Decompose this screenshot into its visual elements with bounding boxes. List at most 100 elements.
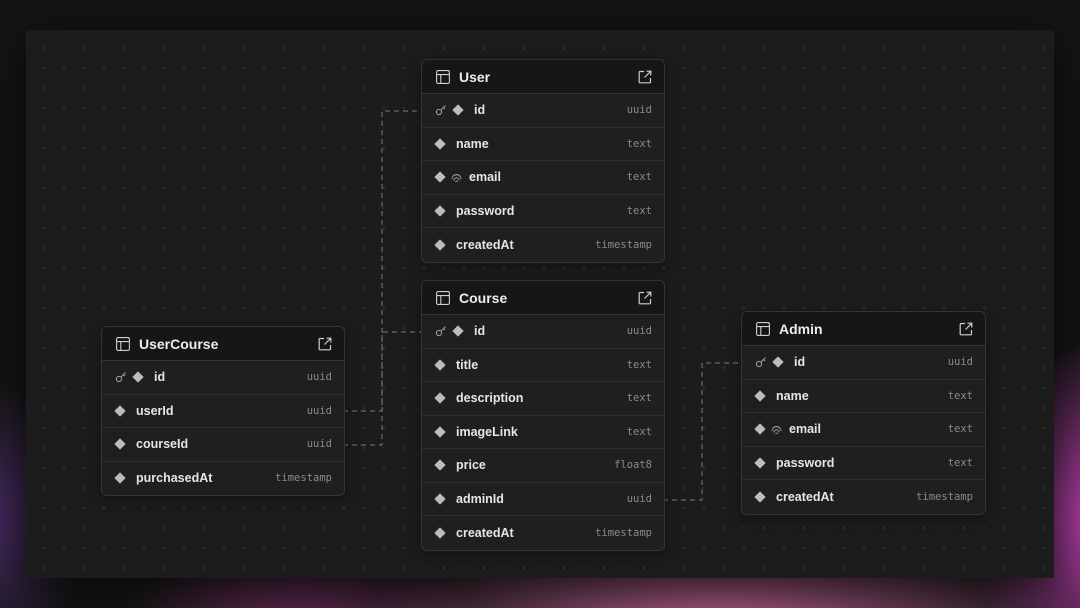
column-row[interactable]: id uuid	[742, 346, 985, 380]
table-name: User	[459, 68, 491, 85]
column-name: createdAt	[456, 237, 514, 252]
table-header: User	[422, 60, 664, 94]
diamond-icon	[114, 472, 126, 484]
table-grid-icon	[756, 321, 770, 336]
table-name: Admin	[779, 320, 823, 337]
column-row[interactable]: imageLink text	[422, 416, 664, 449]
diamond-icon	[434, 527, 446, 539]
column-row[interactable]: id uuid	[102, 361, 344, 395]
table-header: UserCourse	[102, 327, 344, 361]
diamond-icon	[754, 457, 766, 469]
diamond-icon	[114, 438, 126, 450]
column-row[interactable]: createdAt timestamp	[742, 480, 985, 514]
column-name: title	[456, 357, 479, 372]
column-row[interactable]: createdAt timestamp	[422, 516, 664, 550]
column-row[interactable]: email text	[422, 161, 664, 195]
table-admin[interactable]: Admin id uuid name text email text passw…	[741, 311, 986, 515]
column-name: id	[474, 324, 486, 339]
column-row[interactable]: id uuid	[422, 315, 664, 349]
diamond-icon	[772, 356, 784, 368]
column-type: uuid	[626, 104, 652, 117]
diamond-icon	[434, 359, 446, 371]
column-row[interactable]: adminId uuid	[422, 483, 664, 516]
column-name: adminId	[456, 491, 504, 506]
column-name: password	[776, 455, 835, 470]
column-name: description	[456, 391, 524, 406]
diamond-icon	[434, 426, 446, 438]
column-type: text	[947, 423, 973, 436]
fingerprint-icon	[771, 425, 782, 434]
diamond-icon	[114, 405, 126, 417]
column-name: courseId	[136, 437, 189, 452]
column-row[interactable]: description text	[422, 382, 664, 416]
table-usercourse[interactable]: UserCourse id uuid userId uuid courseId …	[101, 326, 345, 496]
column-row[interactable]: password text	[422, 195, 664, 228]
column-type: text	[947, 456, 973, 469]
column-type: uuid	[626, 492, 652, 505]
column-name: id	[154, 370, 166, 385]
external-link-icon[interactable]	[959, 322, 973, 336]
column-row[interactable]: name text	[742, 380, 985, 413]
table-header: Admin	[742, 312, 985, 346]
fingerprint-icon	[451, 173, 462, 182]
column-name: id	[794, 355, 806, 370]
column-name: purchasedAt	[136, 471, 213, 486]
column-type: text	[626, 137, 652, 150]
column-name: email	[789, 422, 821, 437]
column-type: text	[947, 389, 973, 402]
diamond-icon	[434, 171, 446, 183]
table-name: UserCourse	[139, 335, 219, 352]
column-name: name	[456, 136, 489, 151]
diamond-icon	[754, 423, 766, 435]
column-row[interactable]: id uuid	[422, 94, 664, 128]
column-type: text	[626, 392, 652, 405]
column-name: createdAt	[456, 525, 514, 540]
table-user[interactable]: User id uuid name text email text passwo…	[421, 59, 665, 263]
external-link-icon[interactable]	[638, 70, 652, 84]
diamond-icon	[452, 104, 464, 116]
table-header: Course	[422, 281, 664, 315]
key-icon	[115, 371, 133, 383]
column-type: uuid	[947, 356, 973, 369]
column-type: timestamp	[595, 526, 652, 539]
column-type: text	[626, 204, 652, 217]
column-type: text	[626, 171, 652, 184]
column-name: name	[776, 388, 809, 403]
column-row[interactable]: name text	[422, 128, 664, 161]
column-name: imageLink	[456, 424, 518, 439]
column-row[interactable]: createdAt timestamp	[422, 228, 664, 262]
column-name: createdAt	[776, 489, 834, 504]
column-name: price	[456, 458, 486, 473]
diamond-icon	[434, 205, 446, 217]
column-type: timestamp	[595, 238, 652, 251]
diamond-icon	[452, 325, 464, 337]
column-type: timestamp	[275, 472, 332, 485]
diamond-icon	[132, 371, 144, 383]
diamond-icon	[754, 491, 766, 503]
table-course[interactable]: Course id uuid title text description te…	[421, 280, 665, 551]
key-icon	[435, 325, 453, 337]
column-row[interactable]: userId uuid	[102, 395, 344, 428]
column-type: float8	[614, 459, 652, 472]
column-row[interactable]: email text	[742, 413, 985, 447]
column-type: uuid	[626, 325, 652, 338]
diamond-icon	[754, 390, 766, 402]
key-icon	[435, 104, 453, 116]
external-link-icon[interactable]	[638, 291, 652, 305]
column-type: text	[626, 425, 652, 438]
column-type: timestamp	[916, 490, 973, 503]
column-name: email	[469, 170, 501, 185]
column-row[interactable]: courseId uuid	[102, 428, 344, 462]
column-row[interactable]: price float8	[422, 449, 664, 483]
diamond-icon	[434, 493, 446, 505]
table-grid-icon	[436, 290, 450, 305]
column-row[interactable]: purchasedAt timestamp	[102, 462, 344, 496]
column-name: userId	[136, 403, 174, 418]
key-icon	[755, 356, 773, 368]
column-row[interactable]: password text	[742, 447, 985, 480]
external-link-icon[interactable]	[318, 337, 332, 351]
table-grid-icon	[436, 69, 450, 84]
diamond-icon	[434, 138, 446, 150]
column-type: uuid	[306, 438, 332, 451]
column-row[interactable]: title text	[422, 349, 664, 382]
